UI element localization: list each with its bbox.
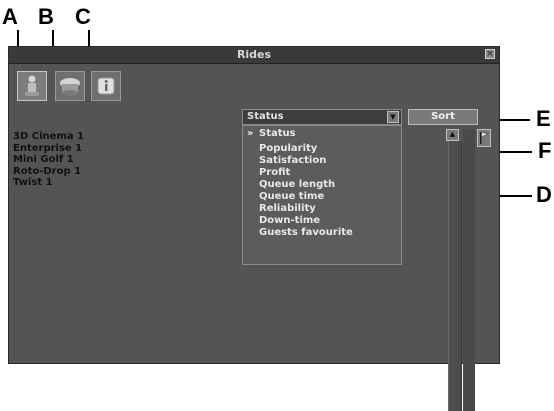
scroll-up-button[interactable]: ▲	[446, 129, 459, 141]
locate-button[interactable]	[477, 129, 491, 147]
menu-item-down-time[interactable]: Down-time	[259, 215, 320, 226]
scrollbar-track[interactable]	[448, 141, 462, 411]
side-panel-strip	[463, 129, 475, 411]
ride-list: 3D Cinema 1 Enterprise 1 Mini Golf 1 Rot…	[13, 131, 84, 189]
menu-item-queue-time[interactable]: Queue time	[259, 191, 324, 202]
list-item[interactable]: 3D Cinema 1	[13, 131, 84, 143]
menu-item-popularity[interactable]: Popularity	[259, 143, 317, 154]
close-icon: ×	[486, 49, 494, 59]
menu-item-profit[interactable]: Profit	[259, 167, 290, 178]
menu-item-satisfaction[interactable]: Satisfaction	[259, 155, 326, 166]
menu-item-status[interactable]: » Status	[247, 128, 296, 139]
menu-item-reliability[interactable]: Reliability	[259, 203, 316, 214]
refreshment-stall-icon	[60, 78, 80, 96]
chevron-down-icon: ▼	[390, 113, 396, 121]
list-item[interactable]: Enterprise 1	[13, 143, 84, 155]
list-item[interactable]: Mini Golf 1	[13, 154, 84, 166]
callout-b: B	[38, 4, 54, 29]
callout-e: E	[536, 106, 551, 131]
flag-icon	[480, 131, 489, 144]
menu-item-guests-favourite[interactable]: Guests favourite	[259, 227, 353, 238]
dropdown-arrow-button[interactable]: ▼	[387, 111, 399, 123]
dropdown-menu: » Status Popularity Satisfaction Profit …	[242, 125, 402, 265]
callout-c: C	[75, 4, 91, 29]
tab-info[interactable]	[91, 71, 121, 101]
menu-item-label: Status	[259, 128, 296, 139]
list-item[interactable]: Twist 1	[13, 177, 84, 189]
title-bar[interactable]: Rides ×	[9, 47, 499, 64]
ride-person-icon	[25, 75, 39, 96]
window-title: Rides	[236, 48, 272, 61]
selected-indicator: »	[247, 128, 254, 139]
arrow-up-icon: ▲	[449, 130, 456, 138]
callout-d: D	[536, 182, 552, 207]
rides-window: Rides × 3D Cinema 1 Enterprise 1 Mini Go…	[8, 46, 500, 411]
close-button[interactable]: ×	[485, 49, 495, 59]
callout-f: F	[538, 138, 552, 163]
information-type-dropdown[interactable]: Status ▼	[242, 109, 402, 125]
list-item[interactable]: Roto-Drop 1	[13, 166, 84, 178]
sort-button[interactable]: Sort	[408, 109, 478, 125]
callout-a: A	[2, 4, 18, 29]
menu-item-queue-length[interactable]: Queue length	[259, 179, 335, 190]
info-icon	[97, 77, 115, 95]
tab-refreshments[interactable]	[55, 71, 85, 101]
tab-rides[interactable]	[17, 71, 47, 101]
dropdown-selected: Status	[247, 111, 284, 122]
